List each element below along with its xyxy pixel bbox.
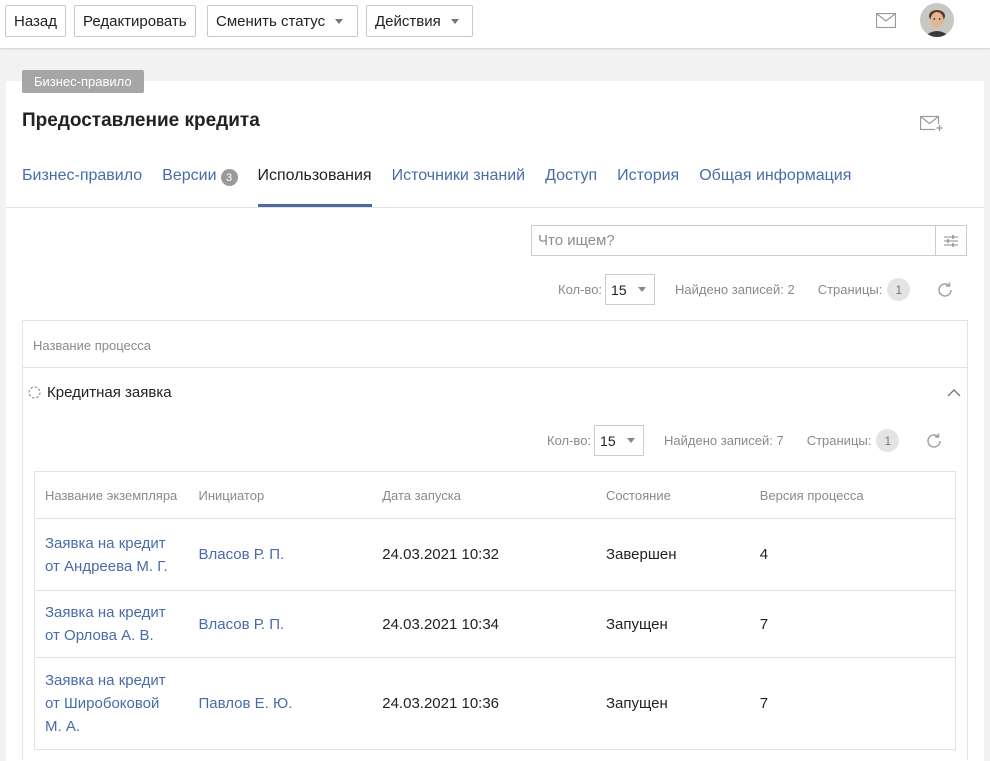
tab-label: Версии [162,167,217,184]
page-number-button[interactable]: 1 [887,278,911,301]
page-number-button[interactable]: 1 [876,429,900,452]
tab-label: Доступ [545,167,598,184]
tab-bar: Бизнес-правило Версии 3 Использования Ист… [22,167,851,207]
chevron-down-icon [638,287,647,292]
search-box [531,225,967,256]
state-cell: Запущен [595,657,750,750]
mail-plus-icon[interactable] [920,114,944,132]
instances-table: Название экземпляра Инициатор Дата запус… [34,471,956,750]
chevron-down-icon [450,18,459,24]
chevron-down-icon [335,18,344,24]
column-header-process-version[interactable]: Версия процесса [749,471,956,519]
tab-usages[interactable]: Использования [257,167,372,207]
process-dashed-circle-icon [28,386,41,399]
back-button[interactable]: Назад [5,5,66,37]
versions-count-badge: 3 [220,169,238,186]
back-button-label: Назад [14,12,57,30]
top-toolbar: Назад Редактировать Сменить статус Дейст… [0,0,990,49]
chevron-up-icon[interactable] [947,388,961,398]
edit-button[interactable]: Редактировать [74,5,196,37]
column-header-process-name: Название процесса [23,321,967,368]
process-group-title: Кредитная заявка [47,384,172,401]
start-date-cell: 24.03.2021 10:32 [372,518,596,591]
inner-pager: Кол-во: 15 Найдено записей: 7 Страницы: … [547,425,943,456]
tab-access[interactable]: Доступ [545,167,597,207]
table-row: Заявка на кредит от Орлова А. В. Власов … [34,590,956,658]
tab-history[interactable]: История [617,167,679,207]
instance-link[interactable]: Заявка на кредит от Орлова А. В. [45,601,175,647]
initiator-link[interactable]: Власов Р. П. [198,546,284,563]
count-value: 15 [600,432,616,449]
tab-versions[interactable]: Версии 3 [162,167,238,207]
column-header-start-date[interactable]: Дата запуска [372,471,596,519]
count-value: 15 [611,281,627,298]
tab-label: Общая информация [699,167,852,184]
chevron-down-icon [627,438,636,443]
instance-link[interactable]: Заявка на кредит от Андреева М. Г. [45,532,175,578]
tab-label: Бизнес-правило [22,167,143,184]
pages-label: Страницы: [806,433,872,448]
filter-settings-button[interactable] [935,226,966,255]
tab-label: Использования [257,167,372,184]
version-cell: 4 [749,518,956,591]
records-found: Найдено записей: 7 [664,433,784,448]
table-row: Заявка на кредит от Андреева М. Г. Власо… [34,518,956,591]
version-cell: 7 [749,657,956,750]
count-label: Кол-во: [558,282,603,297]
initiator-link[interactable]: Власов Р. П. [198,616,284,633]
entity-type-badge: Бизнес-правило [22,70,144,93]
count-select[interactable]: 15 [605,274,656,305]
tab-label: История [617,167,680,184]
count-label: Кол-во: [547,433,592,448]
outer-pager: Кол-во: 15 Найдено записей: 2 Страницы: … [558,274,954,305]
state-cell: Запущен [595,590,750,658]
initiator-link[interactable]: Павлов Е. Ю. [198,695,292,712]
tabs-divider [6,207,984,208]
start-date-cell: 24.03.2021 10:36 [372,657,596,750]
refresh-icon[interactable] [925,432,943,450]
tab-business-rule[interactable]: Бизнес-правило [22,167,142,207]
state-cell: Завершен [595,518,750,591]
filter-settings-icon [944,234,958,247]
records-found: Найдено записей: 2 [675,282,795,297]
tab-knowledge-sources[interactable]: Источники знаний [392,167,525,207]
column-header-instance-name[interactable]: Название экземпляра [34,471,189,519]
start-date-cell: 24.03.2021 10:34 [372,590,596,658]
change-status-dropdown[interactable]: Сменить статус [207,5,358,37]
actions-label: Действия [375,12,441,30]
table-row: Заявка на кредит от Широбоковой М. А. Па… [34,657,956,750]
search-input[interactable] [532,226,935,255]
version-cell: 7 [749,590,956,658]
count-select[interactable]: 15 [594,425,645,456]
column-header-initiator[interactable]: Инициатор [188,471,373,519]
table-header-row: Название экземпляра Инициатор Дата запус… [34,471,956,519]
mail-icon[interactable] [876,13,896,28]
actions-dropdown[interactable]: Действия [366,5,473,37]
process-group-row[interactable]: Кредитная заявка [23,368,967,418]
refresh-icon[interactable] [936,281,954,299]
edit-button-label: Редактировать [83,12,187,30]
change-status-label: Сменить статус [216,12,326,30]
tab-label: Источники знаний [391,167,526,184]
page-title: Предоставление кредита [22,110,260,131]
tab-general-info[interactable]: Общая информация [699,167,851,207]
pages-label: Страницы: [817,282,883,297]
column-header-state[interactable]: Состояние [595,471,750,519]
instance-link[interactable]: Заявка на кредит от Широбоковой М. А. [45,669,175,738]
avatar[interactable] [920,3,954,37]
